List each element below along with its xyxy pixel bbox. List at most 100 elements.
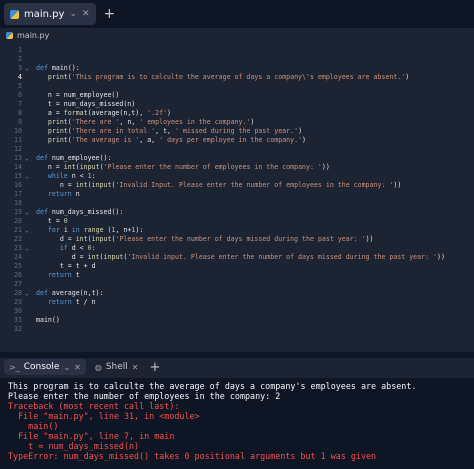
tab-label: main.py (24, 8, 65, 20)
line-number: 12 (14, 145, 22, 153)
code-text: return t / n (47, 298, 96, 306)
code-line[interactable]: 31 main() (0, 316, 474, 325)
fold-chevron-icon[interactable]: ⌄ (25, 64, 29, 73)
line-number: 23 (14, 244, 22, 252)
breadcrumb: main.py (0, 28, 474, 42)
fold-chevron-icon[interactable]: ⌄ (25, 172, 29, 181)
code-line[interactable]: 17 return n (0, 190, 474, 199)
fold-chevron-icon[interactable]: ⌄ (25, 226, 29, 235)
close-icon[interactable]: ✕ (74, 363, 81, 372)
code-line[interactable]: 12 (0, 145, 474, 154)
error-line: t = num_days_missed(n) (8, 441, 140, 451)
code-line[interactable]: 27 (0, 280, 474, 289)
code-line[interactable]: 19 ⌄ def num_days_missed(): (0, 208, 474, 217)
line-number: 19 (14, 208, 22, 216)
code-line[interactable]: 10 print('There are in total ', t, ' mis… (0, 127, 474, 136)
error-line: Traceback (most recent call last): (8, 401, 180, 411)
code-line[interactable]: 30 (0, 307, 474, 316)
error-line: main() (8, 421, 59, 431)
code-line[interactable]: 22 d = int(input('Please enter the numbe… (0, 235, 474, 244)
python-file-icon (10, 9, 19, 19)
code-line[interactable]: 13 ⌄ def num_employee(): (0, 154, 474, 163)
chevron-down-icon[interactable]: ⌄ (63, 363, 70, 372)
tab-console-label: Console (23, 362, 60, 372)
code-line[interactable]: 16 n = int(input('Invalid Input. Please … (0, 181, 474, 190)
code-line[interactable]: 32 (0, 325, 474, 334)
fold-chevron-icon[interactable]: ⌄ (25, 208, 29, 217)
fold-chevron-icon[interactable]: ⌄ (25, 289, 29, 298)
code-line[interactable]: 4 print('This program is to calculte the… (0, 73, 474, 82)
close-icon[interactable]: ✕ (82, 9, 90, 19)
code-text: if d < 0: (59, 244, 96, 252)
code-text: n = int(input('Invalid Input. Please ent… (36, 181, 402, 189)
code-text: print('There are in total ', t, ' missed… (47, 127, 303, 135)
code-line[interactable]: 9 print('There are ', n, ' employees in … (0, 118, 474, 127)
tab-shell[interactable]: ◍ Shell ✕ (90, 359, 144, 375)
code-text: d = int(input('Invalid input. Please ent… (36, 253, 445, 261)
code-line[interactable]: 18 (0, 199, 474, 208)
code-line[interactable]: 24 d = int(input('Invalid input. Please … (0, 253, 474, 262)
code-text: t = 0 (36, 217, 68, 225)
code-line[interactable]: 21 ⌄ for i in range (1, n+1): (0, 226, 474, 235)
tab-main-py[interactable]: main.py ⌄ ✕ (4, 3, 96, 25)
code-text: return t (47, 271, 80, 279)
code-line[interactable]: 5 (0, 82, 474, 91)
line-number: 4 (18, 73, 22, 81)
error-line: File "main.py", line 31, in <module> (8, 411, 200, 421)
code-line[interactable]: 3 ⌄ def main(): (0, 64, 474, 73)
line-number: 25 (14, 262, 22, 270)
code-text: print('The average is ', a, ' days per e… (47, 136, 307, 144)
line-number: 30 (14, 307, 22, 315)
code-line[interactable]: 2 (0, 55, 474, 64)
code-line[interactable]: 1 (0, 46, 474, 55)
code-line[interactable]: 25 t = t + d (0, 262, 474, 271)
code-text: print('There are ', n, ' employees in th… (47, 118, 255, 126)
fold-chevron-icon[interactable]: ⌄ (25, 244, 29, 253)
code-line[interactable]: 29 return t / n (0, 298, 474, 307)
line-number: 1 (18, 46, 22, 54)
line-number: 13 (14, 154, 22, 162)
code-line[interactable]: 15 ⌄ while n < 1: (0, 172, 474, 181)
code-editor[interactable]: 1 2 3 ⌄ def main(): 4 print('This program is … (0, 42, 474, 352)
line-number: 22 (14, 235, 22, 243)
line-number: 7 (18, 100, 22, 108)
code-line[interactable]: 11 print('The average is ', a, ' days pe… (0, 136, 474, 145)
code-line[interactable]: 20 t = 0 (0, 217, 474, 226)
code-text: def num_days_missed(): (36, 208, 124, 216)
code-text: n = int(input('Please enter the number o… (36, 163, 330, 171)
line-number: 29 (14, 298, 22, 306)
code-line[interactable]: 23 ⌄ if d < 0: (0, 244, 474, 253)
line-number: 21 (14, 226, 22, 234)
code-line[interactable]: 8 a = format(average(n,t), '.2f') (0, 109, 474, 118)
code-text: n = num_employee() (36, 91, 120, 99)
code-line[interactable]: 6 n = num_employee() (0, 91, 474, 100)
code-line[interactable]: 14 n = int(input('Please enter the numbe… (0, 163, 474, 172)
chevron-down-icon[interactable]: ⌄ (69, 9, 77, 19)
line-number: 5 (18, 82, 22, 90)
add-tab-button[interactable]: + (150, 360, 161, 375)
editor-tab-bar: main.py ⌄ ✕ + (0, 0, 474, 28)
line-number: 20 (14, 217, 22, 225)
python-file-icon (6, 31, 13, 39)
line-number: 11 (14, 136, 22, 144)
line-number: 9 (18, 118, 22, 126)
line-number: 14 (14, 163, 22, 171)
code-line[interactable]: 28 ⌄ def average(n,t): (0, 289, 474, 298)
fold-chevron-icon[interactable]: ⌄ (25, 154, 29, 163)
close-icon[interactable]: ✕ (132, 363, 139, 372)
console-output[interactable]: This program is to calculte the average … (0, 378, 474, 469)
code-text: main() (36, 316, 60, 324)
console-tab-bar: >_ Console ⌄ ✕ ◍ Shell ✕ + (0, 358, 474, 376)
code-line[interactable]: 26 return t (0, 271, 474, 280)
code-text: while n < 1: (47, 172, 96, 180)
tab-shell-label: Shell (105, 362, 128, 372)
tab-console[interactable]: >_ Console ⌄ ✕ (4, 359, 86, 375)
code-text: a = format(average(n,t), '.2f') (36, 109, 172, 117)
terminal-icon: >_ (9, 362, 20, 372)
code-text: t = num_days_missed(n) (36, 100, 136, 108)
breadcrumb-file[interactable]: main.py (17, 31, 49, 40)
line-number: 3 (18, 64, 22, 72)
code-line[interactable]: 7 t = num_days_missed(n) (0, 100, 474, 109)
line-number: 8 (18, 109, 22, 117)
add-tab-button[interactable]: + (104, 6, 116, 22)
